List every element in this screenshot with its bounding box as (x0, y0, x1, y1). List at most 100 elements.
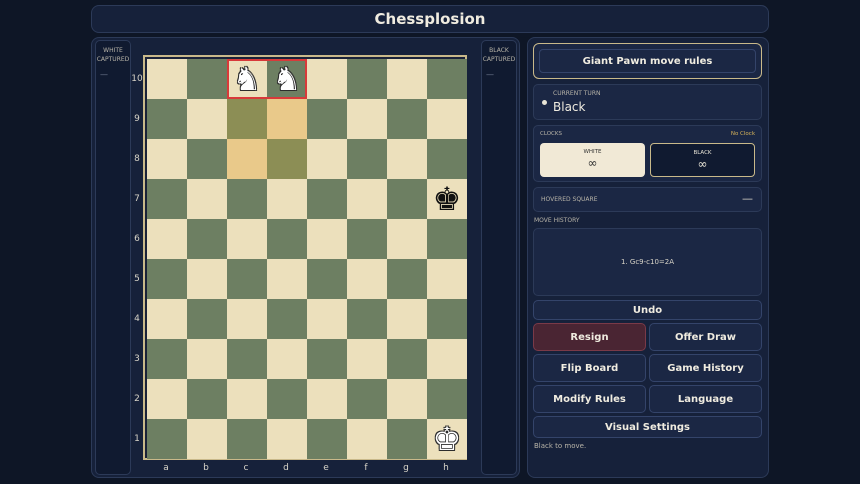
square-a4[interactable] (147, 299, 187, 339)
square-g2[interactable] (387, 379, 427, 419)
square-a6[interactable] (147, 219, 187, 259)
square-h7[interactable]: ♚ (427, 179, 467, 219)
square-h9[interactable] (427, 99, 467, 139)
square-e2[interactable] (307, 379, 347, 419)
square-e7[interactable] (307, 179, 347, 219)
square-g3[interactable] (387, 339, 427, 379)
square-d2[interactable] (267, 379, 307, 419)
square-h6[interactable] (427, 219, 467, 259)
square-e9[interactable] (307, 99, 347, 139)
modify-rules-button[interactable]: Modify Rules (533, 385, 646, 413)
game-history-button[interactable]: Game History (649, 354, 762, 382)
square-a10[interactable] (147, 59, 187, 99)
white-captured-value: — (100, 70, 108, 79)
white-knight-piece[interactable]: ♞ (227, 59, 267, 99)
square-b1[interactable] (187, 419, 227, 459)
square-g6[interactable] (387, 219, 427, 259)
square-g10[interactable] (387, 59, 427, 99)
square-d7[interactable] (267, 179, 307, 219)
language-button[interactable]: Language (649, 385, 762, 413)
square-b4[interactable] (187, 299, 227, 339)
square-h5[interactable] (427, 259, 467, 299)
square-e8[interactable] (307, 139, 347, 179)
square-a9[interactable] (147, 99, 187, 139)
square-d1[interactable] (267, 419, 307, 459)
square-f4[interactable] (347, 299, 387, 339)
square-a8[interactable] (147, 139, 187, 179)
square-a5[interactable] (147, 259, 187, 299)
square-d5[interactable] (267, 259, 307, 299)
offer-draw-button[interactable]: Offer Draw (649, 323, 762, 351)
square-c1[interactable] (227, 419, 267, 459)
square-e10[interactable] (307, 59, 347, 99)
square-e6[interactable] (307, 219, 347, 259)
white-knight-piece[interactable]: ♞ (267, 59, 307, 99)
square-d9[interactable] (267, 99, 307, 139)
file-label: d (283, 463, 289, 473)
square-b7[interactable] (187, 179, 227, 219)
white-king-piece[interactable]: ♚ (427, 419, 467, 459)
square-c2[interactable] (227, 379, 267, 419)
square-f10[interactable] (347, 59, 387, 99)
square-g1[interactable] (387, 419, 427, 459)
white-clock-name: WHITE (583, 149, 602, 155)
square-c9[interactable] (227, 99, 267, 139)
square-f7[interactable] (347, 179, 387, 219)
square-e4[interactable] (307, 299, 347, 339)
square-e1[interactable] (307, 419, 347, 459)
rank-label: 5 (134, 274, 140, 284)
square-b6[interactable] (187, 219, 227, 259)
square-e5[interactable] (307, 259, 347, 299)
square-h3[interactable] (427, 339, 467, 379)
square-h10[interactable] (427, 59, 467, 99)
square-b5[interactable] (187, 259, 227, 299)
square-f2[interactable] (347, 379, 387, 419)
square-a7[interactable] (147, 179, 187, 219)
rules-button[interactable]: Giant Pawn move rules (533, 43, 762, 79)
square-f6[interactable] (347, 219, 387, 259)
square-e3[interactable] (307, 339, 347, 379)
square-d4[interactable] (267, 299, 307, 339)
square-g9[interactable] (387, 99, 427, 139)
undo-button[interactable]: Undo (533, 300, 762, 320)
square-c4[interactable] (227, 299, 267, 339)
square-b3[interactable] (187, 339, 227, 379)
square-d8[interactable] (267, 139, 307, 179)
square-f8[interactable] (347, 139, 387, 179)
square-g7[interactable] (387, 179, 427, 219)
flip-board-button[interactable]: Flip Board (533, 354, 646, 382)
chess-board[interactable]: ♞ ♞ ♚ ♚ (147, 59, 467, 459)
square-c10[interactable]: ♞ (227, 59, 267, 99)
square-b9[interactable] (187, 99, 227, 139)
square-b2[interactable] (187, 379, 227, 419)
square-h2[interactable] (427, 379, 467, 419)
square-d3[interactable] (267, 339, 307, 379)
square-h8[interactable] (427, 139, 467, 179)
square-g8[interactable] (387, 139, 427, 179)
visual-settings-button[interactable]: Visual Settings (533, 416, 762, 438)
square-f3[interactable] (347, 339, 387, 379)
square-d10[interactable]: ♞ (267, 59, 307, 99)
square-b8[interactable] (187, 139, 227, 179)
square-c7[interactable] (227, 179, 267, 219)
black-king-piece[interactable]: ♚ (427, 179, 467, 219)
resign-button[interactable]: Resign (533, 323, 646, 351)
square-f9[interactable] (347, 99, 387, 139)
square-b10[interactable] (187, 59, 227, 99)
square-c8[interactable] (227, 139, 267, 179)
square-g4[interactable] (387, 299, 427, 339)
square-g5[interactable] (387, 259, 427, 299)
square-f1[interactable] (347, 419, 387, 459)
square-h1[interactable]: ♚ (427, 419, 467, 459)
square-a2[interactable] (147, 379, 187, 419)
move-history-entry[interactable]: 1. Gc9-c10=2A (621, 258, 674, 266)
square-c5[interactable] (227, 259, 267, 299)
square-f5[interactable] (347, 259, 387, 299)
square-a1[interactable] (147, 419, 187, 459)
square-c3[interactable] (227, 339, 267, 379)
square-a3[interactable] (147, 339, 187, 379)
title-bar: Chessplosion (91, 5, 769, 33)
square-d6[interactable] (267, 219, 307, 259)
square-h4[interactable] (427, 299, 467, 339)
square-c6[interactable] (227, 219, 267, 259)
